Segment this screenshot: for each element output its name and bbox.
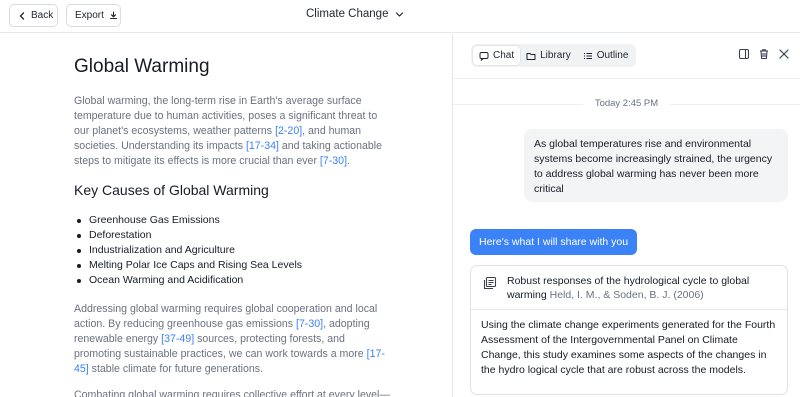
- assistant-message: Here's what I will share with you: [470, 229, 638, 255]
- section-heading: Key Causes of Global Warming: [74, 182, 269, 198]
- user-message: As global temperatures rise and environm…: [524, 129, 788, 202]
- download-icon: [109, 11, 118, 20]
- citation-link[interactable]: [7-30]: [320, 155, 347, 167]
- citation-link[interactable]: [7-30]: [296, 318, 323, 330]
- list-item: Greenhouse Gas Emissions: [77, 213, 302, 228]
- page-title: Global Warming: [74, 56, 210, 77]
- source-card[interactable]: Robust responses of the hydrological cyc…: [470, 265, 788, 395]
- timestamp-rule-right: [670, 104, 800, 105]
- list-icon: [583, 51, 593, 61]
- closing-paragraph: Combating global warming requires collec…: [74, 389, 390, 397]
- back-button[interactable]: Back: [9, 4, 58, 27]
- export-label: Export: [75, 10, 104, 21]
- trash-icon[interactable]: [758, 48, 770, 60]
- assistant-pane: Chat Library Outline Today 2:45 PM As gl…: [453, 34, 800, 397]
- source-card-header: Robust responses of the hydrological cyc…: [471, 266, 787, 310]
- document-title-dropdown[interactable]: Climate Change: [306, 8, 404, 20]
- citation-link[interactable]: [2-20]: [275, 125, 302, 137]
- citation-link[interactable]: [17-34]: [246, 140, 279, 152]
- pane-tabs: Chat Library Outline: [471, 44, 637, 67]
- pane-header-divider: [453, 78, 800, 79]
- split-view-icon[interactable]: [738, 48, 750, 60]
- chevron-down-icon: [395, 10, 404, 19]
- tab-library[interactable]: Library: [520, 46, 577, 65]
- list-item: Deforestation: [77, 228, 302, 243]
- list-item: Ocean Warming and Acidification: [77, 273, 302, 288]
- citation-link[interactable]: [37-49]: [161, 333, 194, 345]
- top-bar: Back Export Climate Change: [0, 0, 800, 33]
- causes-list: Greenhouse Gas Emissions Deforestation I…: [77, 213, 302, 288]
- document-stack-icon: [483, 276, 497, 290]
- tab-outline[interactable]: Outline: [577, 46, 635, 65]
- source-summary: Using the climate change experiments gen…: [481, 319, 776, 376]
- action-paragraph: Addressing global warming requires globa…: [74, 302, 390, 377]
- folder-icon: [526, 51, 536, 61]
- document-title: Climate Change: [306, 8, 389, 20]
- chat-icon: [479, 51, 489, 61]
- tab-chat[interactable]: Chat: [473, 46, 521, 65]
- close-icon[interactable]: [778, 48, 790, 60]
- paragraph-text: stable climate for future generations.: [88, 363, 264, 375]
- paragraph-text: .: [347, 155, 350, 167]
- intro-paragraph: Global warming, the long-term rise in Ea…: [74, 94, 390, 169]
- document-pane: Global Warming Global warming, the long-…: [0, 34, 452, 397]
- back-label: Back: [31, 10, 54, 21]
- pane-actions: [738, 48, 790, 60]
- source-authors: Held, I. M., & Soden, B. J. (2006): [549, 289, 704, 301]
- list-item: Industrialization and Agriculture: [77, 243, 302, 258]
- export-button[interactable]: Export: [66, 4, 121, 27]
- list-item: Melting Polar Ice Caps and Rising Sea Le…: [77, 258, 302, 273]
- chevron-left-icon: [18, 11, 26, 20]
